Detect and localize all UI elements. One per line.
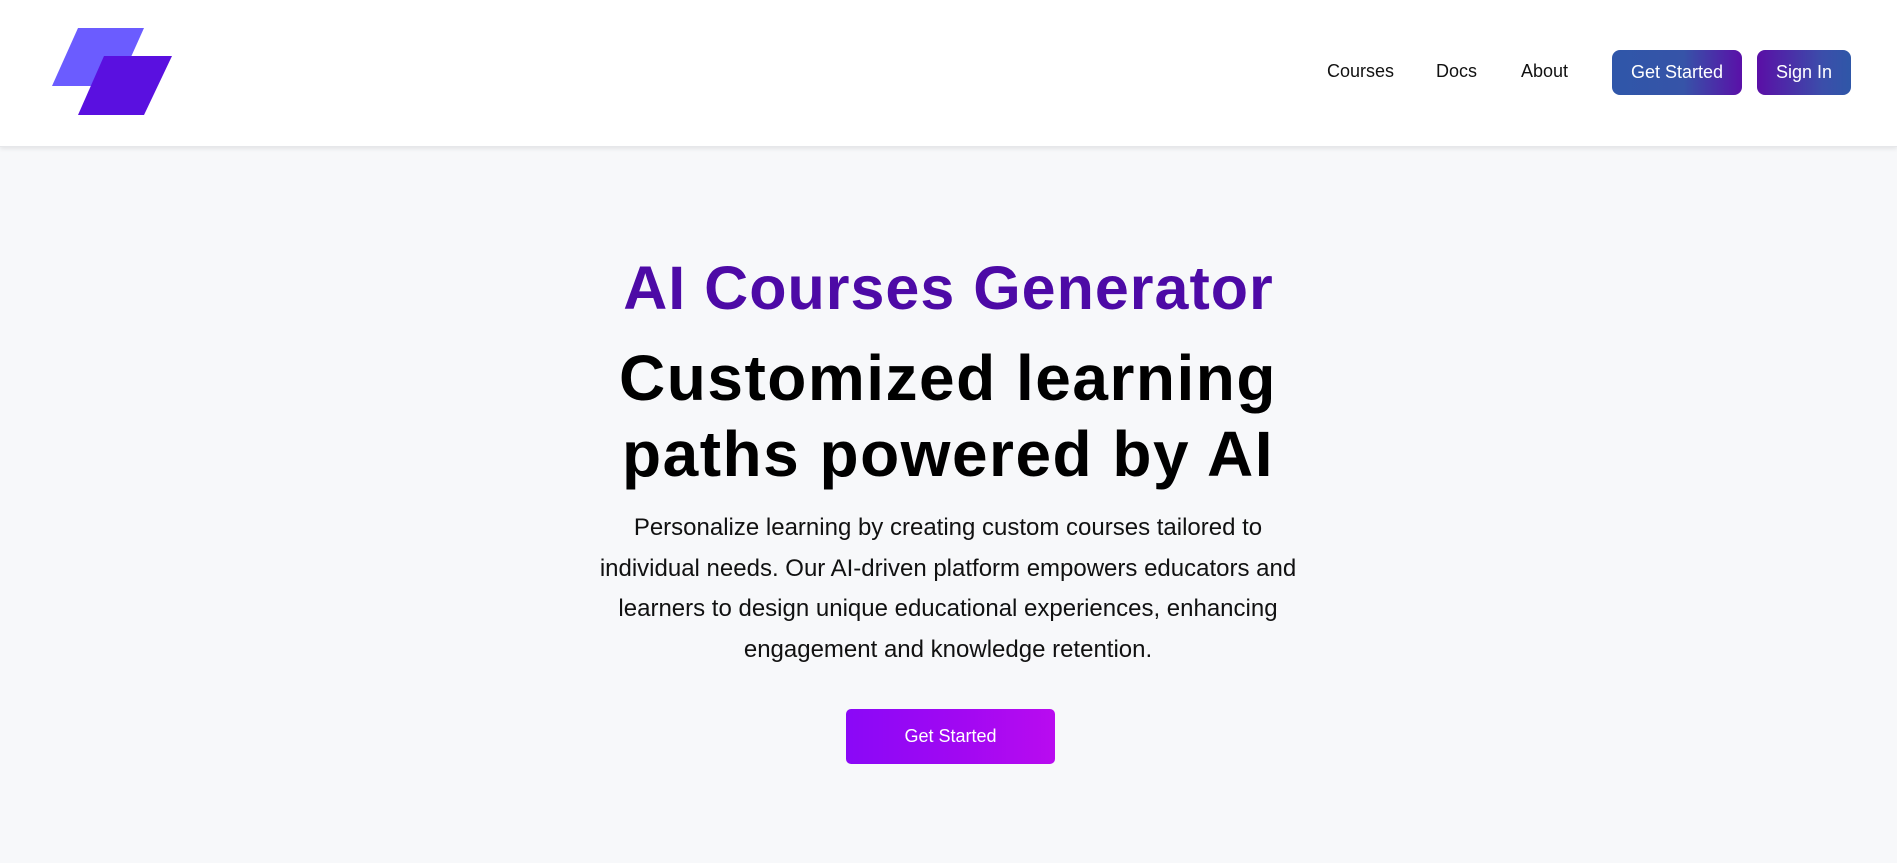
sign-in-button[interactable]: Sign In (1757, 50, 1851, 95)
stacked-parallelograms-logo-icon[interactable] (52, 28, 174, 116)
nav-link-docs[interactable]: Docs (1436, 61, 1477, 82)
hero-eyebrow-heading: AI Courses Generator (623, 254, 1274, 322)
nav-link-courses[interactable]: Courses (1327, 61, 1394, 82)
hero-title: Customized learning paths powered by AI (619, 342, 1277, 490)
header-get-started-button[interactable]: Get Started (1612, 50, 1742, 95)
landing-page: Courses Docs About Get Started Sign In A… (0, 0, 1897, 863)
hero-get-started-button[interactable]: Get Started (846, 709, 1055, 764)
hero-description: Personalize learning by creating custom … (599, 514, 1297, 663)
site-header: Courses Docs About Get Started Sign In (0, 0, 1897, 147)
nav-link-about[interactable]: About (1521, 61, 1568, 82)
